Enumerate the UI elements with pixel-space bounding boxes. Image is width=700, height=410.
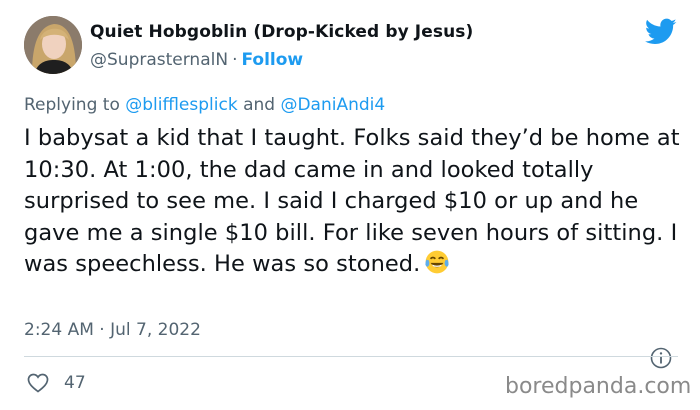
author-handle[interactable]: @SuprasternalN [90,50,228,70]
info-icon[interactable] [649,346,673,370]
mention-blifflesplick[interactable]: @blifflesplick [125,95,237,115]
tweet-timestamp[interactable]: 2:24 AM · Jul 7, 2022 [24,320,201,340]
like-count: 47 [64,373,86,393]
author-avatar[interactable] [24,16,82,74]
author-display-name[interactable]: Quiet Hobgoblin (Drop-Kicked by Jesus) [90,22,473,42]
avatar-photo [24,16,82,74]
mention-daniandi4[interactable]: @DaniAndi4 [280,95,385,115]
follow-button[interactable]: Follow [241,50,303,70]
tweet-body: I babysat a kid that I taught. Folks sai… [24,123,684,281]
like-button[interactable]: 47 [26,371,86,395]
twitter-bird-icon[interactable] [645,18,677,46]
tweet-text: I babysat a kid that I taught. Folks sai… [24,125,680,277]
separator-dot: · [232,50,238,70]
boredpanda-watermark: boredpanda.com [505,374,692,399]
replying-conjunction: and [243,95,276,115]
author-handle-row: @SuprasternalN · Follow [90,50,303,70]
heart-icon [27,373,49,393]
action-divider [24,356,678,357]
replying-to-line: Replying to @blifflesplick and @DaniAndi… [24,95,385,115]
replying-prefix: Replying to [24,95,120,115]
face-with-tears-of-joy-emoji [425,250,449,274]
